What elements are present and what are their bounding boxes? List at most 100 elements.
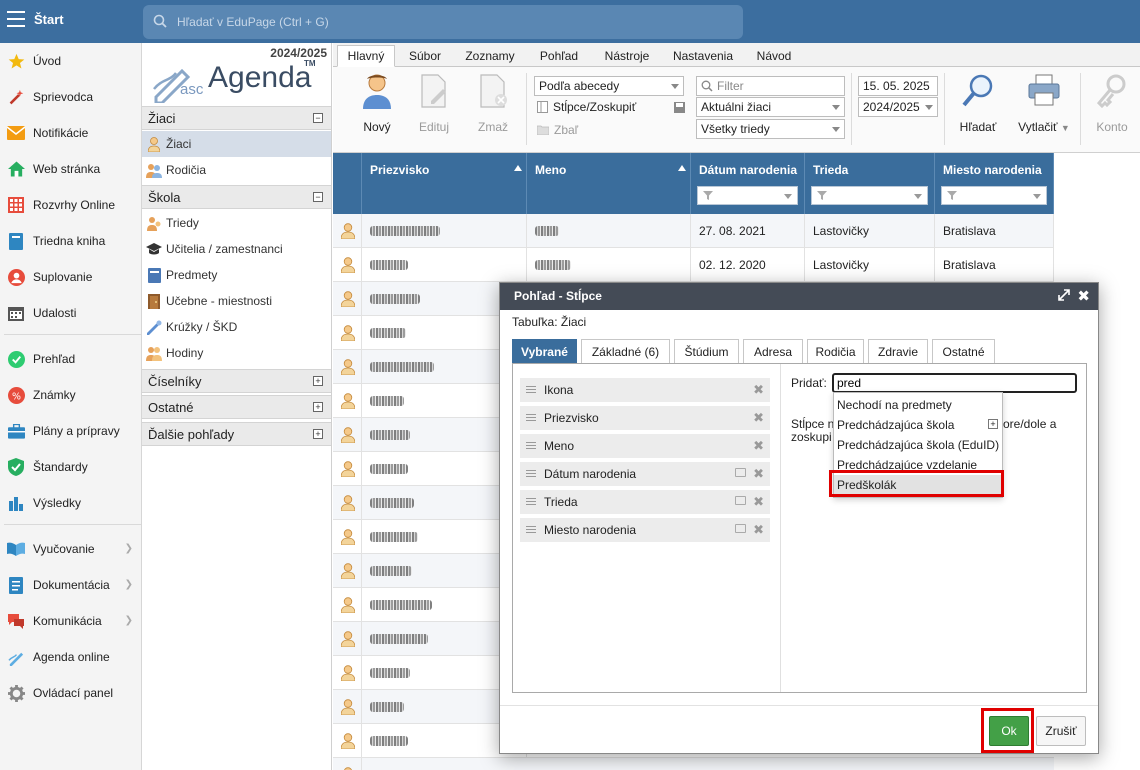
students-filter-select[interactable]: Aktuálni žiaci xyxy=(696,97,845,117)
suggestion-item[interactable]: Predchádzajúca škola (EduID) xyxy=(834,435,1002,455)
remove-icon[interactable]: ✖ xyxy=(753,382,764,398)
dialog-tab-zakladne[interactable]: Základné (6) xyxy=(581,339,670,363)
expand-icon[interactable]: + xyxy=(313,429,323,439)
sidebar-item-ucebne[interactable]: Učebne - miestnosti xyxy=(142,288,331,314)
drag-handle-icon[interactable] xyxy=(526,442,536,450)
filter-input[interactable]: Filter xyxy=(696,76,845,96)
nav-item-plany-a-pripravy[interactable]: Plány a prípravy xyxy=(0,416,141,446)
sidebar-item-hodiny[interactable]: Hodiny xyxy=(142,340,331,366)
nav-item-vyucovanie[interactable]: Vyučovanie ❯ xyxy=(0,534,141,564)
add-column-input[interactable] xyxy=(832,373,1077,393)
nav-item-dokumentacia[interactable]: Dokumentácia ❯ xyxy=(0,570,141,600)
global-search[interactable] xyxy=(143,5,743,39)
dialog-tab-studium[interactable]: Štúdium xyxy=(674,339,739,363)
collapse-button[interactable]: Zbaľ xyxy=(537,123,578,137)
column-header-trieda[interactable]: Trieda xyxy=(805,153,935,214)
edit-button[interactable]: Edituj xyxy=(411,73,457,143)
sort-ascending-icon[interactable] xyxy=(678,165,686,171)
print-button[interactable]: Vytlačiť ▼ xyxy=(1013,73,1075,143)
search-input[interactable] xyxy=(175,5,725,39)
remove-icon[interactable]: ✖ xyxy=(753,466,764,482)
nav-item-agenda-online[interactable]: Agenda online xyxy=(0,642,141,672)
column-filter[interactable] xyxy=(697,186,798,205)
column-header-miesto-narodenia[interactable]: Miesto narodenia xyxy=(935,153,1054,214)
account-button[interactable]: Konto xyxy=(1089,73,1135,143)
cancel-button[interactable]: Zrušiť xyxy=(1036,716,1086,746)
group-folder-icon[interactable] xyxy=(735,524,746,533)
group-folder-icon[interactable] xyxy=(735,468,746,477)
drag-handle-icon[interactable] xyxy=(526,386,536,394)
school-year-select[interactable]: 2024/2025 xyxy=(858,97,938,117)
delete-button[interactable]: Zmaž xyxy=(470,73,516,143)
sort-select[interactable]: Podľa abecedy xyxy=(534,76,684,96)
section-skola[interactable]: Škola − xyxy=(142,185,331,209)
expand-icon[interactable]: + xyxy=(313,376,323,386)
ok-button[interactable]: Ok xyxy=(989,716,1029,746)
section-ziaci[interactable]: Žiaci − xyxy=(142,106,331,130)
nav-item-triedna-kniha[interactable]: Triedna kniha xyxy=(0,226,141,256)
selected-column-item[interactable]: Miesto narodenia ✖ xyxy=(520,518,770,542)
collapse-icon[interactable]: − xyxy=(313,192,323,202)
nav-item-prehlad[interactable]: Prehľad xyxy=(0,344,141,374)
class-filter-select[interactable]: Všetky triedy xyxy=(696,119,845,139)
nav-item-sprievodca[interactable]: Sprievodca xyxy=(0,82,141,112)
sidebar-item-ziaci[interactable]: Žiaci xyxy=(142,131,331,157)
dialog-tab-vybrane[interactable]: Vybrané xyxy=(512,339,577,363)
suggestion-item[interactable]: Nechodí na predmety xyxy=(834,395,1002,415)
nav-item-vysledky[interactable]: Výsledky xyxy=(0,488,141,518)
tab-subor[interactable]: Súbor xyxy=(399,45,451,67)
nav-item-rozvrhy-online[interactable]: Rozvrhy Online xyxy=(0,190,141,220)
selected-column-item[interactable]: Meno ✖ xyxy=(520,434,770,458)
expand-icon[interactable]: + xyxy=(313,402,323,412)
nav-item-ovladaci-panel[interactable]: Ovládací panel xyxy=(0,678,141,708)
close-icon[interactable]: ✖ xyxy=(1077,287,1090,305)
sort-ascending-icon[interactable] xyxy=(514,165,522,171)
table-row[interactable]: 02. 12. 2020 Lastovičky Bratislava xyxy=(333,248,1054,282)
tab-pohlad[interactable]: Pohľad xyxy=(531,45,587,67)
dialog-tab-ostatne[interactable]: Ostatné xyxy=(932,339,995,363)
columns-group-button[interactable]: Stĺpce/Zoskupiť xyxy=(537,100,685,114)
dialog-tab-adresa[interactable]: Adresa xyxy=(743,339,803,363)
expand-icon[interactable] xyxy=(1058,289,1070,301)
app-title[interactable]: Štart xyxy=(34,12,64,27)
sidebar-item-rodicia[interactable]: Rodičia xyxy=(142,157,331,183)
remove-icon[interactable]: ✖ xyxy=(753,438,764,454)
remove-icon[interactable]: ✖ xyxy=(753,494,764,510)
selected-column-item[interactable]: Ikona ✖ xyxy=(520,378,770,402)
nav-item-uvod[interactable]: Úvod xyxy=(0,46,141,76)
section-ciselniky[interactable]: Číselníky + xyxy=(142,369,331,393)
column-header-meno[interactable]: Meno xyxy=(527,153,691,214)
section-ostatne[interactable]: Ostatné + xyxy=(142,395,331,419)
column-header-datum-narodenia[interactable]: Dátum narodenia xyxy=(691,153,805,214)
suggestion-item-highlighted[interactable]: Predškolák xyxy=(834,475,1002,495)
column-filter[interactable] xyxy=(811,186,928,205)
table-row[interactable]: 27. 08. 2021 Lastovičky Bratislava xyxy=(333,214,1054,248)
drag-handle-icon[interactable] xyxy=(526,470,536,478)
sidebar-item-triedy[interactable]: Triedy xyxy=(142,210,331,236)
remove-icon[interactable]: ✖ xyxy=(753,522,764,538)
dialog-tab-zdravie[interactable]: Zdravie xyxy=(868,339,928,363)
tab-navod[interactable]: Návod xyxy=(749,45,799,67)
nav-item-komunikacia[interactable]: Komunikácia ❯ xyxy=(0,606,141,636)
date-input[interactable]: 15. 05. 2025 xyxy=(858,76,938,96)
new-button[interactable]: Nový xyxy=(354,73,400,143)
section-dalsie-pohlady[interactable]: Ďalšie pohľady + xyxy=(142,422,331,446)
tab-zoznamy[interactable]: Zoznamy xyxy=(459,45,521,67)
nav-item-web-stranka[interactable]: Web stránka xyxy=(0,154,141,184)
drag-handle-icon[interactable] xyxy=(526,498,536,506)
find-button[interactable]: Hľadať xyxy=(955,73,1001,143)
tab-nastavenia[interactable]: Nastavenia xyxy=(667,45,739,67)
suggestion-item[interactable]: Predchádzajúca škola + xyxy=(834,415,1002,435)
dialog-tab-rodicia[interactable]: Rodičia xyxy=(807,339,864,363)
nav-item-udalosti[interactable]: Udalosti xyxy=(0,298,141,328)
selected-column-item[interactable]: Priezvisko ✖ xyxy=(520,406,770,430)
column-header-priezvisko[interactable]: Priezvisko xyxy=(362,153,527,214)
nav-item-notifikacie[interactable]: Notifikácie xyxy=(0,118,141,148)
column-filter[interactable] xyxy=(941,186,1047,205)
tab-nastroje[interactable]: Nástroje xyxy=(595,45,659,67)
sidebar-item-kruzky[interactable]: Krúžky / ŠKD xyxy=(142,314,331,340)
remove-icon[interactable]: ✖ xyxy=(753,410,764,426)
nav-item-suplovanie[interactable]: Suplovanie xyxy=(0,262,141,292)
selected-column-item[interactable]: Trieda ✖ xyxy=(520,490,770,514)
sidebar-item-ucitelia[interactable]: Učitelia / zamestnanci xyxy=(142,236,331,262)
